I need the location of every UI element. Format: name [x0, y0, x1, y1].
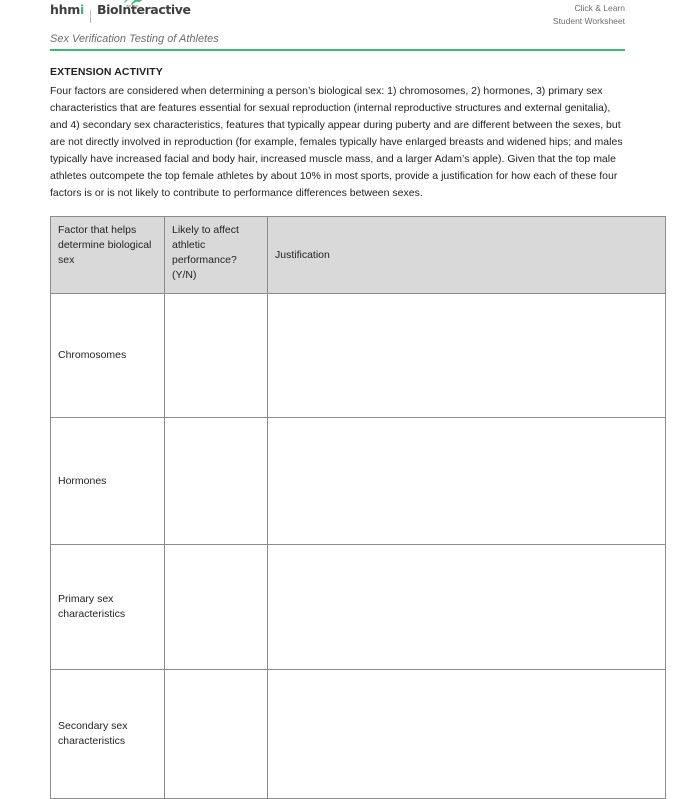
worksheet-page: hhmi BioInteractive Click & Learn Studen…	[0, 0, 675, 799]
answer-cell-likely-chromosomes[interactable]	[164, 293, 268, 419]
page-title: Sex Verification Testing of Athletes	[50, 33, 219, 45]
answer-cell-justification-chromosomes[interactable]	[267, 293, 666, 419]
masthead-product-label: Click & Learn	[574, 3, 625, 14]
answer-cell-likely-secondary[interactable]	[164, 669, 268, 799]
table-header-row: Factor that helps determine biological s…	[50, 216, 666, 295]
masthead-document-type-label: Student Worksheet	[552, 15, 625, 26]
table-row: Primary sex characteristics	[50, 544, 666, 671]
row-label-hormones: Hormones	[50, 417, 165, 546]
answer-cell-likely-primary[interactable]	[164, 544, 268, 671]
table-body: Chromosomes Hormones Primary sex charact…	[50, 293, 666, 799]
answer-cell-likely-hormones[interactable]	[164, 417, 268, 546]
hhmi-wordmark-text: hhm	[50, 2, 80, 17]
answer-cell-justification-primary[interactable]	[267, 544, 666, 671]
answer-cell-justification-hormones[interactable]	[267, 417, 666, 546]
hhmi-wordmark: hhmi	[50, 2, 84, 17]
column-header-justification: Justification	[267, 216, 666, 295]
hhmi-leaf-mark-icon	[122, 0, 146, 8]
row-label-secondary-sex-characteristics: Secondary sex characteristics	[50, 669, 165, 799]
column-header-factor: Factor that helps determine biological s…	[50, 216, 165, 295]
hhmi-wordmark-accent: i	[79, 2, 84, 17]
section-heading: EXTENSION ACTIVITY	[50, 66, 163, 79]
logo-divider	[89, 9, 91, 23]
column-header-likely-to-affect: Likely to affect athletic performance? (…	[164, 216, 268, 295]
table-row: Chromosomes	[50, 293, 666, 419]
masthead: hhmi BioInteractive Click & Learn Studen…	[50, 0, 625, 28]
row-label-primary-sex-characteristics: Primary sex characteristics	[50, 544, 165, 671]
table-row: Secondary sex characteristics	[50, 669, 666, 799]
table-row: Hormones	[50, 417, 666, 546]
masthead-labels: Click & Learn Student Worksheet	[553, 2, 625, 28]
row-label-chromosomes: Chromosomes	[50, 293, 165, 419]
table-header: Factor that helps determine biological s…	[50, 216, 666, 295]
intro-paragraph: Four factors are considered when determi…	[50, 85, 623, 200]
worksheet-table: Factor that helps determine biological s…	[50, 216, 666, 799]
title-strip: Sex Verification Testing of Athletes	[50, 33, 625, 52]
hhmi-biointeractive-logo[interactable]: hhmi BioInteractive	[50, 0, 191, 28]
answer-cell-justification-secondary[interactable]	[267, 669, 666, 799]
